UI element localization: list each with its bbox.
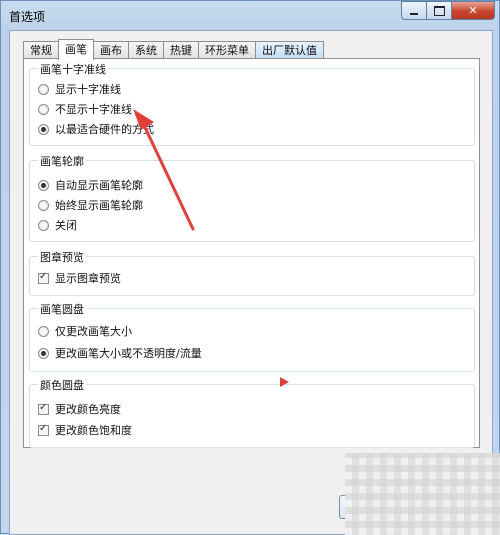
group-title: 画笔十字准线 bbox=[38, 61, 108, 77]
checkbox-show-stamp-preview[interactable]: 显示图章预览 bbox=[38, 270, 121, 286]
minimize-button[interactable] bbox=[401, 1, 427, 20]
option-label: 更改颜色亮度 bbox=[55, 403, 121, 416]
window-title: 首选项 bbox=[9, 10, 46, 24]
radio-button[interactable] bbox=[38, 83, 49, 95]
tab-hotkeys[interactable]: 热键 bbox=[163, 41, 199, 59]
radio-size-or-opacity[interactable]: 更改画笔大小或不透明度/流量 bbox=[38, 345, 202, 361]
tab-system[interactable]: 系统 bbox=[128, 41, 164, 59]
tab-general[interactable]: 常规 bbox=[23, 41, 59, 59]
radio-show-crosshair[interactable]: 显示十字准线 bbox=[38, 81, 121, 97]
option-label: 以最适合硬件的方式 bbox=[55, 123, 154, 136]
crosshair-group: 画笔十字准线 显示十字准线 不显示十字准线 以最适合硬件的方式 bbox=[29, 61, 475, 146]
option-label: 更改颜色饱和度 bbox=[55, 424, 132, 437]
group-title: 颜色圆盘 bbox=[38, 377, 86, 393]
color-ring-group: 颜色圆盘 更改颜色亮度 更改颜色饱和度 bbox=[29, 377, 475, 448]
tab-brush[interactable]: 画笔 bbox=[58, 39, 94, 60]
option-label: 显示图章预览 bbox=[55, 272, 121, 285]
maximize-icon bbox=[433, 5, 445, 16]
option-label: 更改画笔大小或不透明度/流量 bbox=[55, 347, 202, 360]
radio-button[interactable] bbox=[38, 199, 49, 211]
group-title: 画笔轮廓 bbox=[38, 153, 86, 169]
checkbox-change-brightness[interactable]: 更改颜色亮度 bbox=[38, 401, 121, 417]
checkbox-checked[interactable] bbox=[38, 402, 49, 415]
maximize-button[interactable] bbox=[426, 1, 452, 20]
minimize-icon bbox=[410, 12, 418, 15]
brush-settings-panel: 画笔十字准线 显示十字准线 不显示十字准线 以最适合硬件的方式 画笔轮廓 自动显… bbox=[23, 58, 480, 448]
checkbox-checked[interactable] bbox=[38, 271, 49, 284]
option-label: 自动显示画笔轮廓 bbox=[55, 179, 143, 192]
radio-auto-outline[interactable]: 自动显示画笔轮廓 bbox=[38, 177, 143, 193]
radio-button-selected[interactable] bbox=[38, 179, 49, 191]
option-label: 显示十字准线 bbox=[55, 83, 121, 96]
brush-ring-group: 画笔圆盘 仅更改画笔大小 更改画笔大小或不透明度/流量 bbox=[29, 301, 475, 372]
option-label: 关闭 bbox=[55, 219, 77, 232]
tab-ring-menu[interactable]: 环形菜单 bbox=[198, 41, 256, 59]
option-label: 不显示十字准线 bbox=[55, 103, 132, 116]
radio-hardware-best[interactable]: 以最适合硬件的方式 bbox=[38, 121, 154, 137]
option-label: 仅更改画笔大小 bbox=[55, 325, 132, 338]
close-icon: ✕ bbox=[468, 4, 478, 17]
radio-button[interactable] bbox=[38, 325, 49, 337]
tab-strip: 常规 画笔 画布 系统 热键 环形菜单 出厂默认值 bbox=[23, 39, 324, 60]
option-label: 始终显示画笔轮廓 bbox=[55, 199, 143, 212]
close-button[interactable]: ✕ bbox=[451, 1, 495, 20]
checkbox-checked[interactable] bbox=[38, 423, 49, 436]
tab-factory-defaults[interactable]: 出厂默认值 bbox=[255, 41, 324, 59]
checkbox-change-saturation[interactable]: 更改颜色饱和度 bbox=[38, 422, 132, 438]
radio-button[interactable] bbox=[38, 103, 49, 115]
tab-canvas[interactable]: 画布 bbox=[93, 41, 129, 59]
radio-button[interactable] bbox=[38, 219, 49, 231]
radio-button-selected[interactable] bbox=[38, 347, 49, 359]
radio-size-only[interactable]: 仅更改画笔大小 bbox=[38, 323, 132, 339]
stamp-preview-group: 图章预览 显示图章预览 bbox=[29, 249, 475, 296]
outline-group: 画笔轮廓 自动显示画笔轮廓 始终显示画笔轮廓 关闭 bbox=[29, 153, 475, 242]
watermark-blur bbox=[345, 453, 500, 535]
group-title: 画笔圆盘 bbox=[38, 301, 86, 317]
radio-always-outline[interactable]: 始终显示画笔轮廓 bbox=[38, 197, 143, 213]
group-title: 图章预览 bbox=[38, 249, 86, 265]
title-bar[interactable]: 首选项 ✕ bbox=[1, 1, 499, 29]
preferences-window: 首选项 ✕ 常规 画笔 画布 系统 热键 环形菜单 出厂默认值 画笔十字准线 显… bbox=[0, 0, 500, 535]
radio-button-selected[interactable] bbox=[38, 123, 49, 135]
radio-hide-crosshair[interactable]: 不显示十字准线 bbox=[38, 101, 132, 117]
radio-outline-off[interactable]: 关闭 bbox=[38, 217, 77, 233]
